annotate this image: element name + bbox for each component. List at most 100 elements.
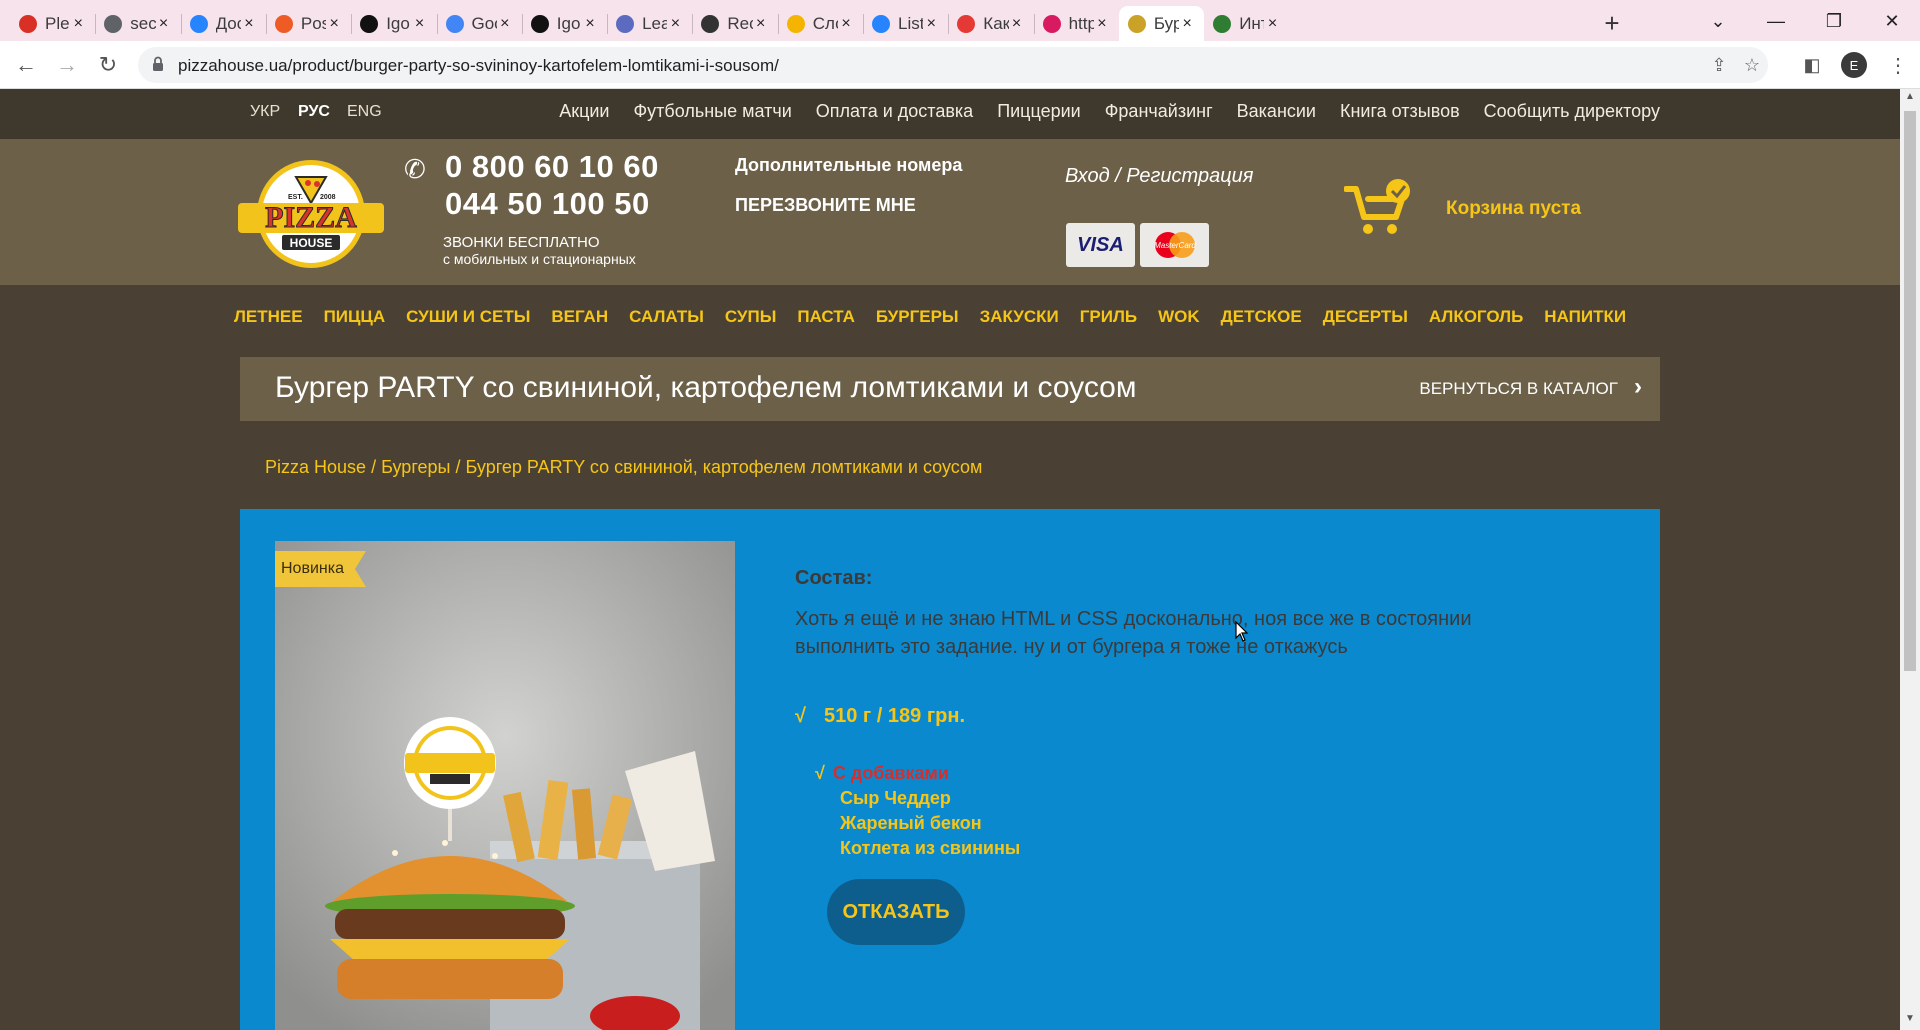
tab-close-icon[interactable]: × [241,15,257,32]
category-wok[interactable]: WOK [1158,307,1200,351]
close-window-button[interactable]: ✕ [1872,6,1912,36]
category-salads[interactable]: САЛАТЫ [629,307,704,351]
phone-2[interactable]: 044 50 100 50 [445,186,650,222]
tab-search-icon[interactable]: ⌄ [1698,6,1738,36]
browser-tab[interactable]: Бур × [1118,6,1205,41]
extra-numbers-link[interactable]: Дополнительные номера [735,155,962,176]
menu-item-payment-delivery[interactable]: Оплата и доставка [816,101,973,122]
tab-close-icon[interactable]: × [753,15,769,32]
tab-close-icon[interactable]: × [326,15,342,32]
phone-1[interactable]: 0 800 60 10 60 [445,149,659,185]
product-image: Новинка [275,541,735,1030]
sidebar-icon[interactable]: ◧ [1796,49,1828,81]
browser-tab[interactable]: Доc× [181,6,266,41]
browser-tab[interactable]: Инт× [1204,6,1289,41]
url-text[interactable]: pizzahouse.ua/product/burger-party-so-sv… [178,56,779,76]
logo-sub: HOUSE [290,236,333,250]
category-alcohol[interactable]: АЛКОГОЛЬ [1429,307,1523,351]
globe-icon [104,14,123,33]
back-arrow-icon[interactable]: ← [10,49,42,81]
browser-tab[interactable]: List × [863,6,948,41]
category-snacks[interactable]: ЗАКУСКИ [980,307,1059,351]
category-grill[interactable]: ГРИЛЬ [1080,307,1137,351]
browser-tab[interactable]: http × [1034,6,1119,41]
category-soups[interactable]: СУПЫ [725,307,777,351]
category-kids[interactable]: ДЕТСКОЕ [1221,307,1302,351]
category-summer[interactable]: ЛЕТНЕЕ [234,307,303,351]
cart-icon[interactable] [1344,177,1414,237]
tab-close-icon[interactable]: × [156,15,172,32]
share-icon[interactable]: ⇪ [1708,54,1730,76]
menu-item-promo[interactable]: Акции [559,101,609,122]
tab-close-icon[interactable]: × [1179,15,1195,32]
menu-item-pizzerias[interactable]: Пиццерии [997,101,1081,122]
address-bar[interactable]: pizzahouse.ua/product/burger-party-so-sv… [138,47,1768,83]
tab-title: List [898,13,924,33]
browser-tab[interactable]: Lea × [607,6,692,41]
profile-avatar[interactable]: E [1841,52,1867,78]
menu-item-reviews[interactable]: Книга отзывов [1340,101,1460,122]
tab-close-icon[interactable]: × [497,15,513,32]
breadcrumb-home[interactable]: Pizza House [265,457,366,477]
lang-ukr[interactable]: УКР [250,103,280,121]
check-icon: √ [795,705,806,727]
browser-tab[interactable]: Rec× [692,6,777,41]
category-vegan[interactable]: ВЕГАН [551,307,608,351]
menu-item-report-director[interactable]: Сообщить директору [1484,101,1660,122]
lang-rus[interactable]: РУС [298,103,330,121]
breadcrumb-current: Бургер PARTY со свининой, картофелем лом… [465,457,983,477]
bookmark-star-icon[interactable]: ☆ [1741,54,1763,76]
back-to-catalog-link[interactable]: ВЕРНУТЬСЯ В КАТАЛОГ [1419,379,1618,399]
new-tab-button[interactable]: + [1598,8,1626,39]
maximize-button[interactable]: ❐ [1814,6,1854,36]
pizza-house-logo[interactable]: EST. 2008 PIZZA HOUSE [238,159,384,269]
menu-kebab-icon[interactable]: ⋮ [1882,49,1914,81]
github-icon [360,14,379,33]
browser-tab[interactable]: Как × [948,6,1033,41]
breadcrumb-burgers[interactable]: Бургеры [381,457,450,477]
browser-tab[interactable]: Pos × [266,6,351,41]
tab-close-icon[interactable]: × [70,15,86,32]
chevron-right-icon[interactable]: › [1634,373,1642,401]
menu-item-franchise[interactable]: Франчайзинг [1105,101,1213,122]
lang-eng[interactable]: ENG [347,103,382,121]
scroll-down-icon[interactable]: ▼ [1900,1013,1920,1029]
forward-arrow-icon[interactable]: → [51,49,83,81]
tab-separator [521,14,523,34]
browser-tab[interactable]: Plea× [10,6,95,41]
scroll-up-icon[interactable]: ▲ [1900,91,1920,107]
addons-header[interactable]: √ С добавками [815,761,1020,786]
cart-label[interactable]: Корзина пуста [1446,198,1581,220]
category-drinks[interactable]: НАПИТКИ [1544,307,1626,351]
reload-icon[interactable]: ↻ [92,49,124,81]
browser-tab[interactable]: Goo× [437,6,522,41]
menu-item-football[interactable]: Футбольные матчи [634,101,792,122]
browser-tab[interactable]: Igo × [351,6,436,41]
category-pasta[interactable]: ПАСТА [797,307,855,351]
mouse-cursor-icon [1235,621,1249,642]
tab-close-icon[interactable]: × [582,15,598,32]
tab-close-icon[interactable]: × [1264,15,1280,32]
tab-close-icon[interactable]: × [667,15,683,32]
tab-close-icon[interactable]: × [1009,15,1025,32]
callback-button[interactable]: ПЕРЕЗВОНИТЕ МНЕ [735,195,916,216]
scrollbar-thumb[interactable] [1904,111,1916,671]
top-menu: Акции Футбольные матчи Оплата и доставка… [559,101,1660,122]
minimize-button[interactable]: — [1756,6,1796,36]
weight-price[interactable]: √ 510 г / 189 грн. [795,705,965,728]
refuse-button[interactable]: ОТКАЗАТЬ [827,879,965,945]
category-pizza[interactable]: ПИЦЦА [324,307,386,351]
category-desserts[interactable]: ДЕСЕРТЫ [1323,307,1408,351]
browser-tab[interactable]: sec × [95,6,180,41]
tab-close-icon[interactable]: × [923,15,939,32]
menu-item-vacancies[interactable]: Вакансии [1237,101,1316,122]
category-burgers[interactable]: БУРГЕРЫ [876,307,959,351]
login-register-link[interactable]: Вход / Регистрация [1065,165,1253,188]
browser-tab[interactable]: Сло× [778,6,863,41]
tab-close-icon[interactable]: × [411,15,427,32]
tab-close-icon[interactable]: × [1094,15,1110,32]
tab-close-icon[interactable]: × [838,15,854,32]
browser-tab[interactable]: Igo × [522,6,607,41]
category-sushi[interactable]: СУШИ И СЕТЫ [406,307,530,351]
vertical-scrollbar[interactable]: ▲ ▼ [1900,89,1920,1030]
